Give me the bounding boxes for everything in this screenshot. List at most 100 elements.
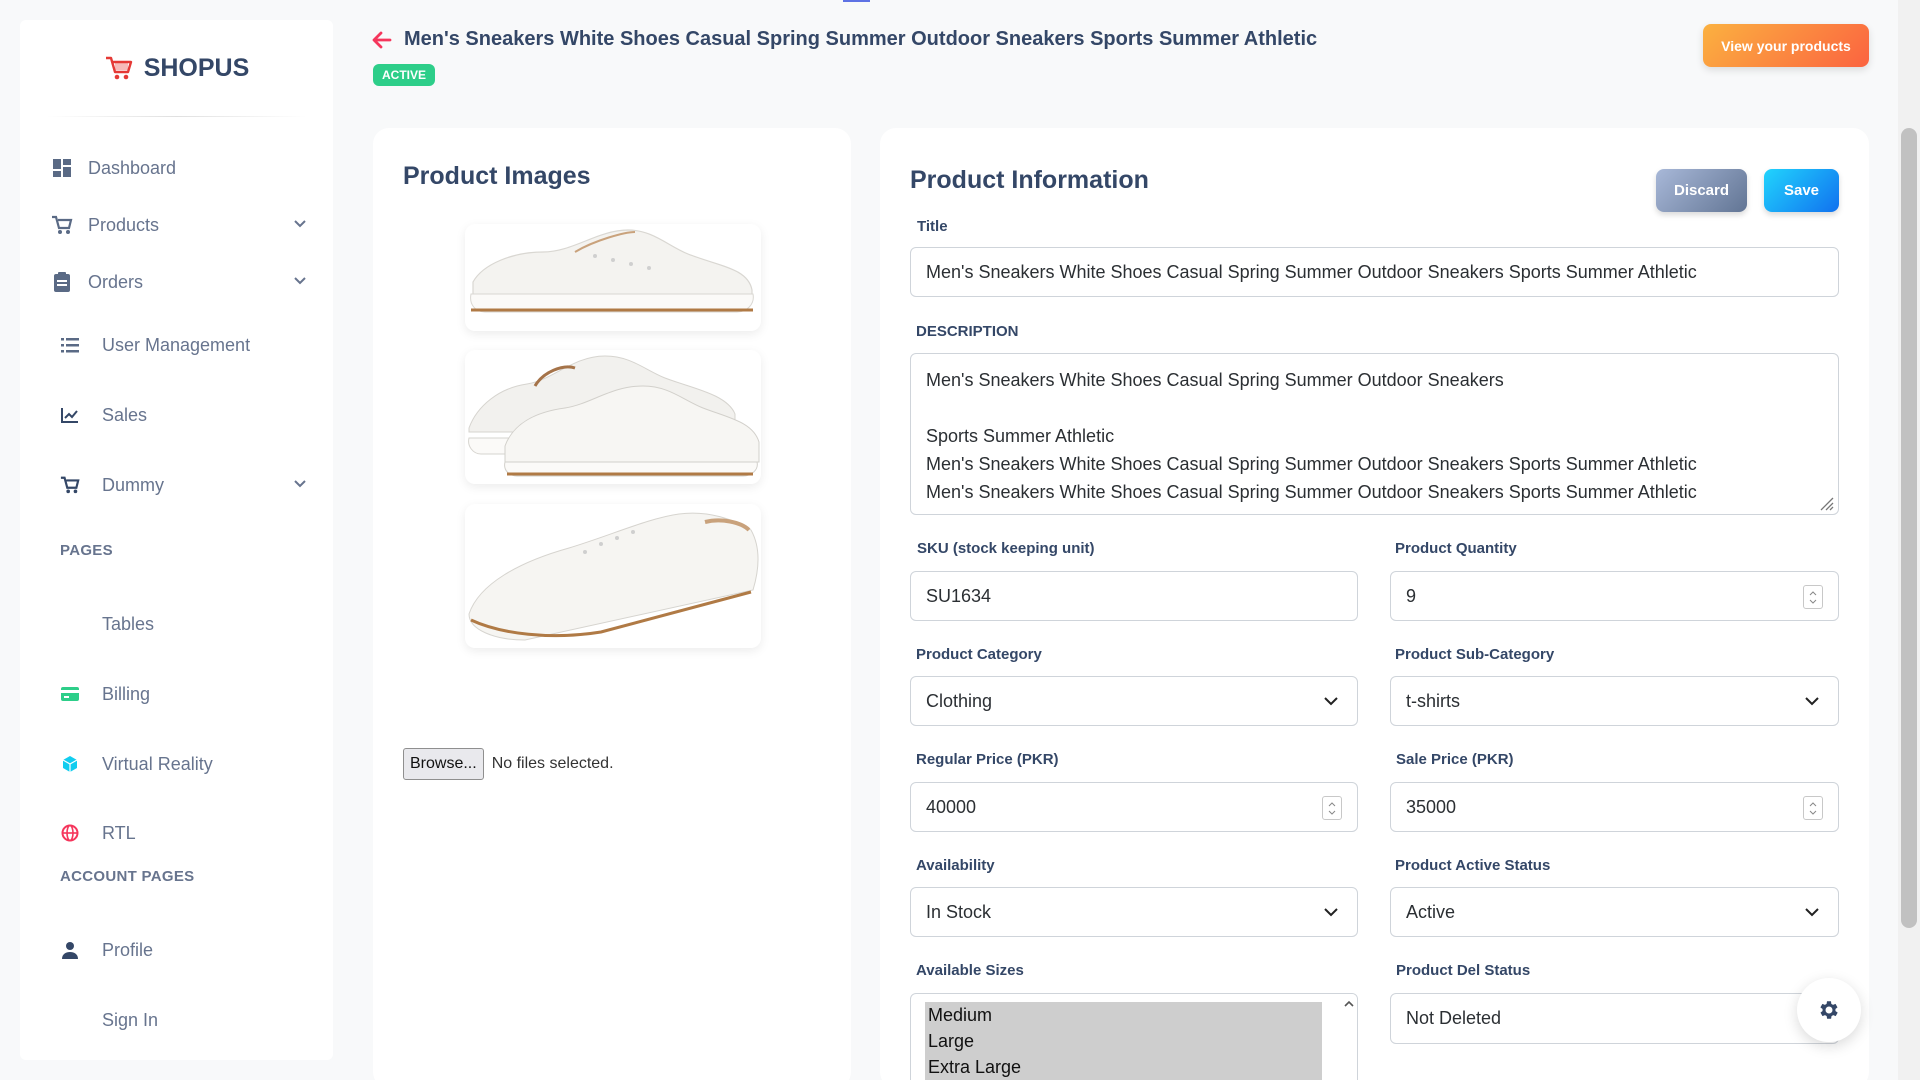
stepper-arrows-icon[interactable] — [1803, 585, 1823, 609]
subcategory-select[interactable]: t-shirts — [1390, 676, 1839, 726]
cart-icon — [58, 473, 82, 497]
sidebar-item-label: Orders — [88, 271, 144, 292]
browse-button[interactable]: Browse... — [403, 748, 484, 780]
sku-input[interactable]: SU1634 — [910, 571, 1358, 621]
sidebar-item-user-management[interactable]: User Management — [50, 325, 307, 365]
category-select[interactable]: Clothing — [910, 676, 1358, 726]
shop-cart-logo-icon — [105, 56, 132, 80]
active-status-value: Active — [1406, 901, 1456, 922]
discard-button[interactable]: Discard — [1656, 169, 1747, 212]
resize-handle-icon[interactable] — [1818, 495, 1834, 511]
chevron-down-icon[interactable] — [293, 274, 307, 288]
scrollbar-thumb[interactable] — [1901, 128, 1917, 928]
dashboard-icon — [50, 156, 74, 180]
active-status-label: Product Active Status — [1395, 857, 1551, 874]
chevron-down-icon — [1324, 697, 1338, 706]
settings-button[interactable] — [1797, 978, 1861, 1042]
sidebar-item-sales[interactable]: Sales — [50, 395, 307, 435]
sidebar-item-label: Sales — [102, 404, 148, 425]
sidebar-item-label: Tables — [102, 613, 155, 634]
product-information-card: Product Information Discard Save Title M… — [880, 128, 1869, 1080]
del-status-value: Not Deleted — [1406, 1008, 1502, 1028]
sale-price-input[interactable]: 35000 — [1390, 782, 1839, 832]
sidebar-item-label: Sign In — [102, 1009, 159, 1030]
sidebar-item-products[interactable]: Products — [50, 205, 307, 245]
title-input-value: Men's Sneakers White Shoes Casual Spring… — [926, 261, 1697, 282]
description-label: DESCRIPTION — [916, 323, 1019, 340]
sku-label: SKU (stock keeping unit) — [917, 540, 1095, 557]
view-products-button[interactable]: View your products — [1703, 24, 1869, 67]
brand-logo[interactable]: SHOPUS — [20, 20, 333, 116]
title-label: Title — [917, 218, 948, 235]
del-status-label: Product Del Status — [1396, 962, 1531, 979]
stepper-arrows-icon[interactable] — [1803, 796, 1823, 820]
sale-price-value: 35000 — [1406, 796, 1457, 817]
chevron-down-icon[interactable] — [293, 477, 307, 491]
section-title-pages: PAGES — [60, 542, 113, 559]
description-textarea[interactable]: Men's Sneakers White Shoes Casual Spring… — [910, 353, 1839, 515]
sidebar-item-tables[interactable]: Tables — [50, 604, 307, 644]
active-status-select[interactable]: Active — [1390, 887, 1839, 937]
sidebar-item-sign-in[interactable]: Sign In — [50, 1000, 307, 1040]
cube-icon — [58, 752, 82, 776]
chevron-up-icon[interactable] — [1343, 1000, 1354, 1007]
sidebar-item-rtl[interactable]: RTL — [50, 813, 307, 853]
sizes-multiselect[interactable]: Medium Large Extra Large — [910, 993, 1358, 1080]
size-option[interactable]: Medium — [925, 1002, 1322, 1028]
sidebar-item-label: RTL — [102, 822, 136, 843]
card-title: Product Information — [910, 166, 1149, 194]
file-upload: Browse... No files selected. — [403, 748, 614, 780]
sizes-label: Available Sizes — [916, 962, 1024, 979]
save-button[interactable]: Save — [1764, 169, 1839, 212]
size-option[interactable]: Extra Large — [925, 1054, 1322, 1080]
size-option[interactable]: Large — [925, 1028, 1322, 1054]
availability-value: In Stock — [926, 901, 992, 922]
sidebar-item-orders[interactable]: Orders — [50, 262, 307, 302]
availability-select[interactable]: In Stock — [910, 887, 1358, 937]
sku-input-value: SU1634 — [926, 585, 992, 606]
subcategory-label: Product Sub-Category — [1395, 646, 1555, 663]
stepper-arrows-icon[interactable] — [1322, 796, 1342, 820]
sidebar-item-profile[interactable]: Profile — [50, 930, 307, 970]
regular-price-value: 40000 — [926, 796, 977, 817]
user-icon — [58, 938, 82, 962]
sidebar-item-virtual-reality[interactable]: Virtual Reality — [50, 744, 307, 784]
sidebar-item-dummy[interactable]: Dummy — [50, 465, 307, 505]
chevron-down-icon — [1805, 697, 1819, 706]
del-status-input[interactable]: Not Deleted — [1390, 993, 1839, 1044]
chart-icon — [58, 403, 82, 427]
brand-divider — [46, 116, 307, 117]
brand-name: SHOPUS — [143, 53, 250, 82]
sale-price-label: Sale Price (PKR) — [1396, 751, 1514, 768]
sidebar-item-label: Dummy — [102, 474, 164, 495]
chevron-down-icon — [1805, 908, 1819, 917]
page-scrollbar[interactable] — [1898, 0, 1920, 1080]
gear-icon — [1820, 1001, 1838, 1019]
section-title-account-pages: ACCOUNT PAGES — [60, 868, 195, 885]
card-title: Product Images — [403, 162, 591, 190]
sidebar: SHOPUS Dashboard Products Orders User Ma… — [20, 20, 333, 1060]
product-thumbnail[interactable] — [465, 504, 761, 648]
category-label: Product Category — [916, 646, 1042, 663]
product-thumbnail[interactable] — [465, 350, 761, 484]
sidebar-item-billing[interactable]: Billing — [50, 674, 307, 714]
product-thumbnail[interactable] — [465, 224, 761, 331]
sidebar-item-label: Virtual Reality — [102, 753, 213, 774]
sidebar-item-label: Billing — [102, 683, 151, 704]
shoe-pair-image — [468, 355, 760, 477]
back-arrow-icon[interactable] — [372, 31, 392, 49]
sidebar-item-dashboard[interactable]: Dashboard — [50, 148, 307, 188]
globe-icon — [58, 821, 82, 845]
chevron-down-icon — [1324, 908, 1338, 917]
regular-price-input[interactable]: 40000 — [910, 782, 1358, 832]
availability-label: Availability — [916, 857, 995, 874]
page-title: Men's Sneakers White Shoes Casual Spring… — [404, 28, 1318, 50]
listbox-scrollbar[interactable] — [1340, 994, 1357, 1080]
chevron-down-icon[interactable] — [293, 217, 307, 231]
quantity-stepper[interactable]: 9 — [1390, 571, 1839, 621]
clipboard-icon — [50, 270, 74, 294]
quantity-value: 9 — [1406, 585, 1417, 606]
cart-icon — [50, 213, 74, 237]
sidebar-item-label: Dashboard — [88, 157, 177, 178]
title-input[interactable]: Men's Sneakers White Shoes Casual Spring… — [910, 247, 1839, 297]
